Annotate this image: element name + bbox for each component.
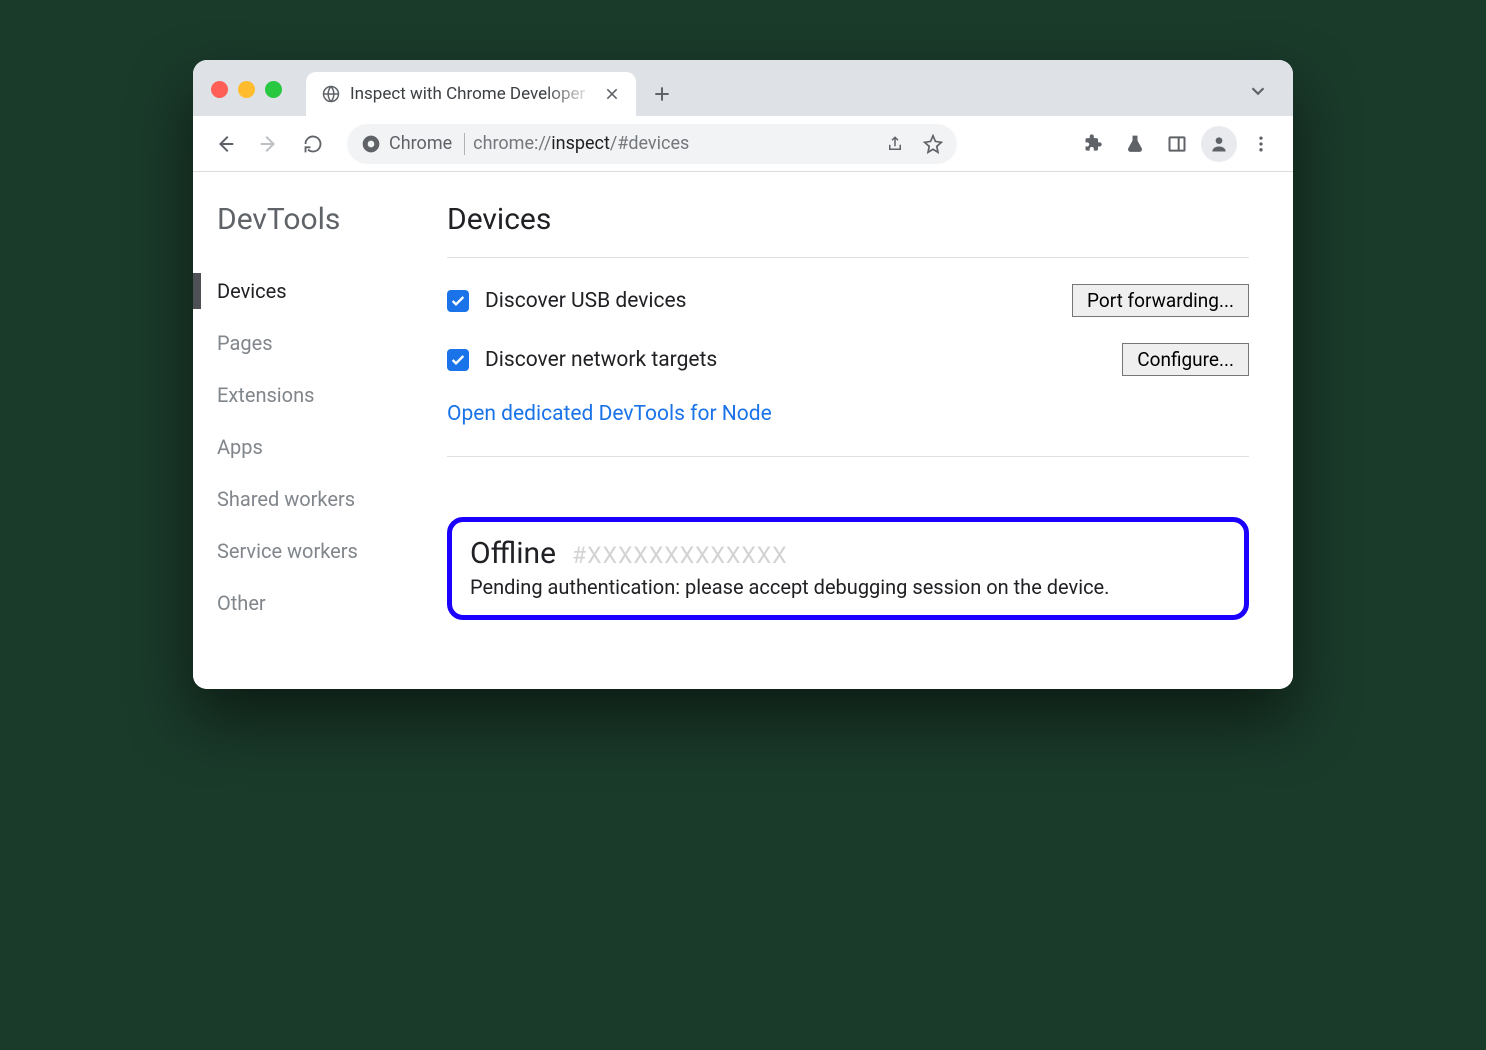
extensions-icon[interactable] <box>1075 126 1111 162</box>
toolbar: Chrome chrome://inspect/#devices <box>193 116 1293 172</box>
toolbar-actions <box>1075 126 1279 162</box>
window-minimize-button[interactable] <box>238 81 255 98</box>
checkbox-discover-network[interactable] <box>447 349 469 371</box>
port-forwarding-button[interactable]: Port forwarding... <box>1072 284 1249 317</box>
chrome-logo-icon <box>361 134 381 154</box>
option-discover-network: Discover network targets Configure... <box>447 343 1249 402</box>
url-text: chrome://inspect/#devices <box>473 133 871 154</box>
tab-list-chevron-icon[interactable] <box>1247 80 1275 102</box>
site-info-chip[interactable]: Chrome <box>361 133 465 155</box>
sidebar: DevTools Devices Pages Extensions Apps S… <box>193 202 447 629</box>
window-controls <box>211 81 282 98</box>
device-status: Offline <box>470 536 556 571</box>
browser-window: Inspect with Chrome Developer C <box>193 60 1293 689</box>
divider <box>447 456 1249 457</box>
sidebar-item-extensions[interactable]: Extensions <box>207 369 447 421</box>
device-id: #XXXXXXXXXXXXX <box>572 542 788 569</box>
page-content: DevTools Devices Pages Extensions Apps S… <box>193 172 1293 689</box>
omnibox-actions <box>879 128 949 160</box>
tab-title: Inspect with Chrome Developer <box>350 84 594 104</box>
sidebar-item-service-workers[interactable]: Service workers <box>207 525 447 577</box>
divider <box>464 133 465 155</box>
device-header: Offline #XXXXXXXXXXXXX <box>470 536 1226 571</box>
labs-flask-icon[interactable] <box>1117 126 1153 162</box>
checkbox-discover-usb[interactable] <box>447 290 469 312</box>
device-panel: Offline #XXXXXXXXXXXXX Pending authentic… <box>447 517 1249 620</box>
sidebar-item-apps[interactable]: Apps <box>207 421 447 473</box>
sidebar-title: DevTools <box>207 202 447 237</box>
back-button[interactable] <box>207 126 243 162</box>
window-maximize-button[interactable] <box>265 81 282 98</box>
configure-button[interactable]: Configure... <box>1122 343 1249 376</box>
tab-strip: Inspect with Chrome Developer <box>193 60 1293 116</box>
node-link-row: Open dedicated DevTools for Node <box>447 402 1249 456</box>
option-label: Discover network targets <box>485 348 717 372</box>
side-panel-icon[interactable] <box>1159 126 1195 162</box>
sidebar-item-devices[interactable]: Devices <box>207 265 447 317</box>
device-message: Pending authentication: please accept de… <box>470 575 1226 599</box>
share-icon[interactable] <box>879 128 911 160</box>
option-discover-usb: Discover USB devices Port forwarding... <box>447 258 1249 343</box>
main-panel: Devices Discover USB devices Port forwar… <box>447 202 1269 629</box>
forward-button[interactable] <box>251 126 287 162</box>
profile-avatar-icon[interactable] <box>1201 126 1237 162</box>
tab-close-icon[interactable] <box>604 86 620 102</box>
bookmark-star-icon[interactable] <box>917 128 949 160</box>
new-tab-button[interactable] <box>652 84 672 104</box>
option-label: Discover USB devices <box>485 289 687 313</box>
browser-tab[interactable]: Inspect with Chrome Developer <box>306 72 636 116</box>
reload-button[interactable] <box>295 126 331 162</box>
open-node-devtools-link[interactable]: Open dedicated DevTools for Node <box>447 402 772 426</box>
sidebar-item-pages[interactable]: Pages <box>207 317 447 369</box>
window-close-button[interactable] <box>211 81 228 98</box>
sidebar-item-other[interactable]: Other <box>207 577 447 629</box>
globe-icon <box>322 85 340 103</box>
origin-label: Chrome <box>389 133 452 154</box>
overflow-menu-icon[interactable] <box>1243 126 1279 162</box>
address-bar[interactable]: Chrome chrome://inspect/#devices <box>347 124 957 164</box>
sidebar-item-shared-workers[interactable]: Shared workers <box>207 473 447 525</box>
page-title: Devices <box>447 202 1249 237</box>
